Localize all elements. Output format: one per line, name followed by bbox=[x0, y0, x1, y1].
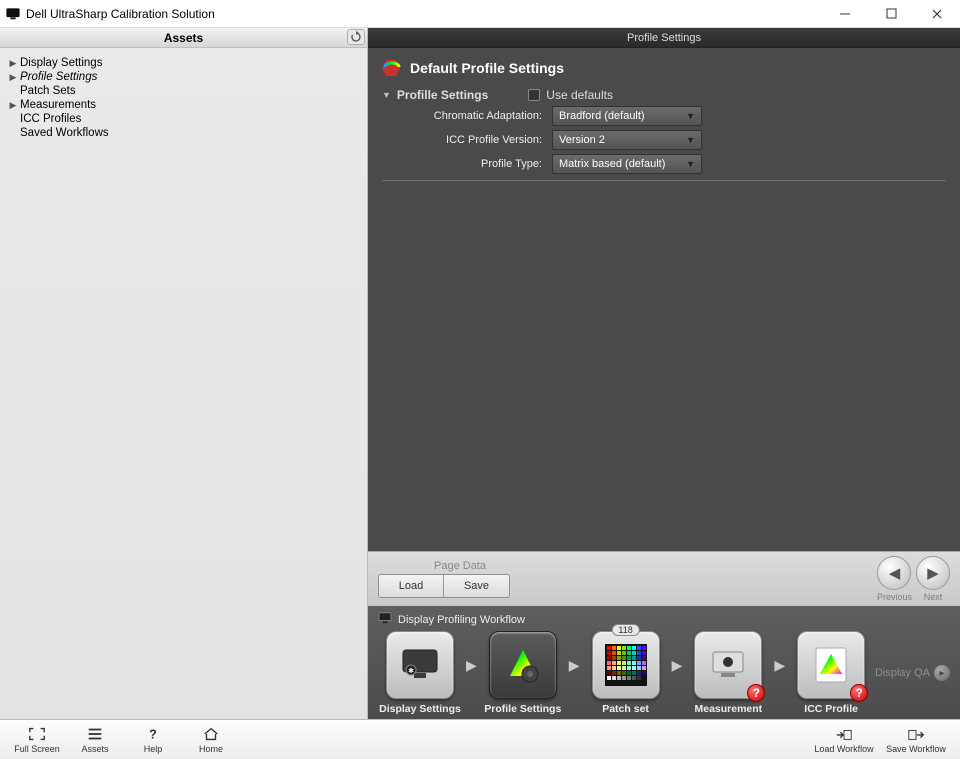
use-defaults-label: Use defaults bbox=[546, 88, 613, 102]
fullscreen-label: Full Screen bbox=[14, 744, 60, 754]
step-label: Display Settings bbox=[379, 703, 461, 715]
arrow-icon: ▶ bbox=[670, 657, 685, 674]
badge: 118 bbox=[611, 624, 639, 636]
bottom-toolbar: Full Screen Assets ? Help Home Load Work… bbox=[0, 719, 960, 759]
step-patch-set[interactable]: 118 bbox=[584, 631, 668, 715]
load-workflow-button[interactable]: Load Workflow bbox=[808, 722, 880, 758]
use-defaults-row[interactable]: Use defaults bbox=[528, 88, 613, 102]
chevron-down-icon: ▼ bbox=[686, 159, 695, 169]
disclosure-icon: ▼ bbox=[382, 90, 391, 100]
arrow-icon: ▶ bbox=[567, 657, 582, 674]
caret-icon: ▶ bbox=[6, 72, 20, 83]
assets-label: Assets bbox=[81, 744, 108, 754]
tree-item-display-settings[interactable]: ▶ Display Settings bbox=[6, 56, 361, 70]
chromatic-adaptation-label: Chromatic Adaptation: bbox=[382, 110, 542, 122]
tree-item-profile-settings[interactable]: ▶ Profile Settings bbox=[6, 70, 361, 84]
arrow-icon: ▶ bbox=[772, 657, 787, 674]
home-label: Home bbox=[199, 744, 223, 754]
caret-icon: ▶ bbox=[6, 58, 20, 69]
tree-item-measurements[interactable]: ▶ Measurements bbox=[6, 98, 361, 112]
fullscreen-button[interactable]: Full Screen bbox=[8, 722, 66, 758]
profile-type-select[interactable]: Matrix based (default) ▼ bbox=[552, 154, 702, 174]
checkbox-icon[interactable] bbox=[528, 89, 540, 101]
svg-text:?: ? bbox=[149, 727, 157, 741]
display-qa-link[interactable]: Display QA ▸ bbox=[875, 665, 950, 681]
app-icon bbox=[6, 7, 20, 21]
icc-version-label: ICC Profile Version: bbox=[382, 134, 542, 146]
workflow-header: Display Profiling Workflow bbox=[378, 612, 950, 627]
tree-item-label: Saved Workflows bbox=[20, 127, 109, 139]
save-workflow-button[interactable]: Save Workflow bbox=[880, 722, 952, 758]
workflow-steps: ✱ Display Settings ▶ Profile Settings ▶ bbox=[378, 631, 873, 715]
assets-sidebar: Assets ▶ Display Settings ▶ Profile Sett… bbox=[0, 28, 368, 719]
minimize-button[interactable] bbox=[822, 0, 868, 28]
next-button[interactable]: ▶ bbox=[916, 556, 950, 590]
load-button[interactable]: Load bbox=[379, 575, 444, 597]
svg-text:✱: ✱ bbox=[408, 667, 414, 675]
arrow-icon: ▶ bbox=[464, 657, 479, 674]
alert-icon: ? bbox=[747, 684, 765, 702]
assets-tree: ▶ Display Settings ▶ Profile Settings ▶ … bbox=[0, 48, 367, 148]
step-label: Measurement bbox=[694, 703, 762, 715]
titlebar: Dell UltraSharp Calibration Solution bbox=[0, 0, 960, 28]
select-value: Version 2 bbox=[559, 134, 605, 146]
tree-item-patch-sets[interactable]: ▶ Patch Sets bbox=[6, 84, 361, 98]
workflow-title: Display Profiling Workflow bbox=[398, 614, 525, 626]
chevron-down-icon: ▼ bbox=[686, 111, 695, 121]
chromatic-adaptation-select[interactable]: Bradford (default) ▼ bbox=[552, 106, 702, 126]
step-label: Profile Settings bbox=[484, 703, 561, 715]
profile-icon bbox=[382, 58, 402, 78]
tree-item-label: Measurements bbox=[20, 99, 96, 111]
main-header-title: Profile Settings bbox=[627, 32, 701, 44]
profile-type-label: Profile Type: bbox=[382, 158, 542, 170]
tree-item-label: Patch Sets bbox=[20, 85, 76, 97]
select-value: Bradford (default) bbox=[559, 110, 645, 122]
section-label: Profille Settings bbox=[397, 88, 488, 102]
select-value: Matrix based (default) bbox=[559, 158, 665, 170]
help-button[interactable]: ? Help bbox=[124, 722, 182, 758]
load-workflow-label: Load Workflow bbox=[814, 744, 873, 754]
icc-version-select[interactable]: Version 2 ▼ bbox=[552, 130, 702, 150]
page-title: Default Profile Settings bbox=[410, 60, 564, 76]
tree-item-label: Profile Settings bbox=[20, 71, 97, 83]
alert-icon: ? bbox=[850, 684, 868, 702]
assets-title: Assets bbox=[0, 31, 367, 45]
main-panel: Profile Settings Default Profile Setting… bbox=[368, 28, 960, 719]
step-icc-profile[interactable]: ? ICC Profile bbox=[789, 631, 873, 715]
previous-button[interactable]: ◀ bbox=[877, 556, 911, 590]
tree-item-icc-profiles[interactable]: ▶ ICC Profiles bbox=[6, 112, 361, 126]
monitor-icon bbox=[378, 612, 392, 627]
tree-item-saved-workflows[interactable]: ▶ Saved Workflows bbox=[6, 126, 361, 140]
step-label: ICC Profile bbox=[804, 703, 858, 715]
pagedata-bar: Page Data Load Save ◀ Previous ▶ Next bbox=[368, 551, 960, 606]
arrow-right-icon: ▸ bbox=[934, 665, 950, 681]
profile-settings-area: Default Profile Settings ▼ Profille Sett… bbox=[368, 48, 960, 551]
divider bbox=[382, 180, 946, 181]
previous-label: Previous bbox=[877, 592, 912, 602]
save-button[interactable]: Save bbox=[444, 575, 509, 597]
display-qa-label: Display QA bbox=[875, 667, 930, 679]
refresh-button[interactable] bbox=[347, 29, 365, 45]
step-profile-settings[interactable]: Profile Settings bbox=[481, 631, 565, 715]
pagedata-label: Page Data bbox=[434, 560, 486, 572]
tree-item-label: ICC Profiles bbox=[20, 113, 81, 125]
assets-button[interactable]: Assets bbox=[66, 722, 124, 758]
step-measurement[interactable]: ? Measurement bbox=[686, 631, 770, 715]
chevron-down-icon: ▼ bbox=[686, 135, 695, 145]
close-button[interactable] bbox=[914, 0, 960, 28]
profile-settings-section[interactable]: ▼ Profille Settings bbox=[382, 88, 488, 102]
step-label: Patch set bbox=[602, 703, 649, 715]
caret-icon: ▶ bbox=[6, 100, 20, 111]
window-title: Dell UltraSharp Calibration Solution bbox=[26, 7, 215, 21]
next-label: Next bbox=[924, 592, 943, 602]
step-display-settings[interactable]: ✱ Display Settings bbox=[378, 631, 462, 715]
help-label: Help bbox=[144, 744, 163, 754]
maximize-button[interactable] bbox=[868, 0, 914, 28]
tree-item-label: Display Settings bbox=[20, 57, 102, 69]
save-workflow-label: Save Workflow bbox=[886, 744, 946, 754]
assets-header: Assets bbox=[0, 28, 367, 48]
home-button[interactable]: Home bbox=[182, 722, 240, 758]
workflow-bar: Display Profiling Workflow ✱ Display Set… bbox=[368, 606, 960, 719]
main-header: Profile Settings bbox=[368, 28, 960, 48]
